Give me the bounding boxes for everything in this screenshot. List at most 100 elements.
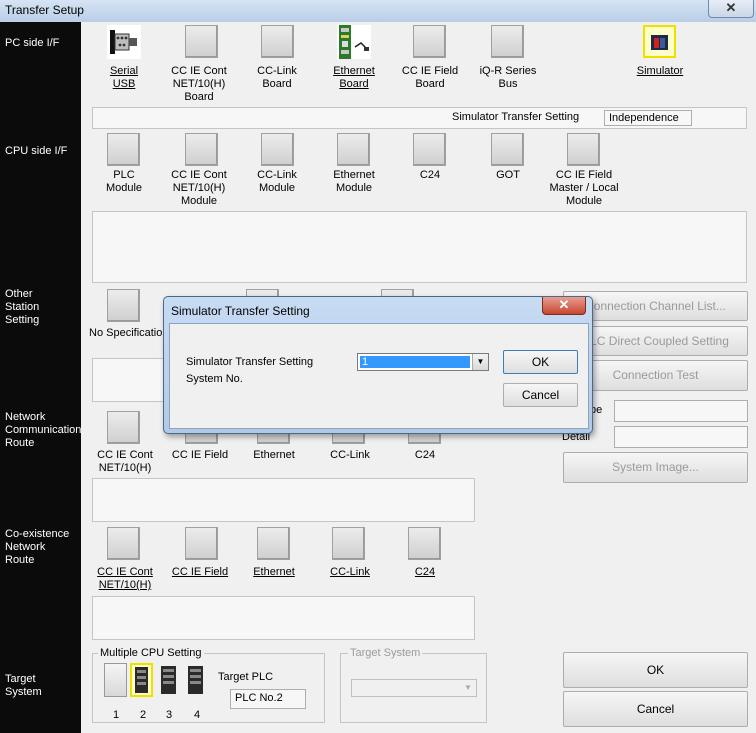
target-system-label-2: System <box>5 686 42 698</box>
pc-item-label-1: Serial <box>109 65 139 77</box>
pc-item-cc-link-board[interactable]: CC-Link Board <box>246 65 308 91</box>
simulator-transfer-label: Simulator Transfer Setting <box>452 111 580 123</box>
cpu-item-label-1: C24 <box>419 169 441 181</box>
target-system-title: Target System <box>348 647 423 659</box>
cpu-item-label-1: GOT <box>496 169 520 181</box>
co-c24-icon[interactable] <box>408 527 441 560</box>
co-item-cc-ie-cont[interactable]: CC IE Cont NET/10(H) <box>92 566 158 592</box>
co-item-label-1: Ethernet <box>253 566 295 578</box>
co-ethernet-icon[interactable] <box>257 527 290 560</box>
system-no-selected-value: 1 <box>360 356 470 368</box>
target-plc-value: PLC No.2 <box>230 689 306 709</box>
plc-module-icon[interactable] <box>107 133 140 166</box>
cpu-item-label-1: CC IE Field <box>555 169 613 181</box>
ok-button[interactable]: OK <box>563 652 748 688</box>
cpu-slot-3-icon[interactable] <box>157 663 180 697</box>
got-icon[interactable] <box>491 133 524 166</box>
pc-item-simulator[interactable]: Simulator <box>626 65 694 78</box>
co-item-label-1: CC IE Cont <box>97 566 153 578</box>
co-cc-link-icon[interactable] <box>332 527 365 560</box>
c24-icon[interactable] <box>413 133 446 166</box>
pc-item-label-2: Board <box>339 78 369 90</box>
coexist-route-panel <box>92 596 475 640</box>
cpu-item-got[interactable]: GOT <box>484 169 532 182</box>
pc-item-label-1: CC IE Field <box>401 65 459 77</box>
no-specification-icon[interactable] <box>107 289 140 322</box>
cpu-item-cc-ie-cont-module[interactable]: CC IE Cont NET/10(H) Module <box>163 169 235 208</box>
cpu-item-label-1: Ethernet <box>333 169 375 181</box>
pc-item-iq-r-series-bus[interactable]: iQ-R Series Bus <box>474 65 542 91</box>
cancel-button[interactable]: Cancel <box>563 691 748 727</box>
section-sidebar <box>0 22 81 733</box>
net-cc-ie-cont-icon[interactable] <box>107 411 140 444</box>
cpu-item-label-2: NET/10(H) <box>172 182 226 194</box>
cc-link-module-icon[interactable] <box>261 133 294 166</box>
co-item-cc-link[interactable]: CC-Link <box>320 566 380 579</box>
co-cc-ie-cont-icon[interactable] <box>107 527 140 560</box>
net-item-cc-ie-field[interactable]: CC IE Field <box>167 449 233 462</box>
cc-ie-cont-board-icon[interactable] <box>185 25 218 58</box>
window-title: Transfer Setup <box>5 3 84 17</box>
dialog-setting-label: Simulator Transfer Setting <box>186 356 314 368</box>
chevron-down-icon: ▼ <box>472 354 488 370</box>
cpu-slot-2-icon[interactable] <box>130 663 153 697</box>
cpu-item-ethernet-module[interactable]: Ethernet Module <box>322 169 386 195</box>
other-station-label-2: Station <box>5 301 40 313</box>
target-system-select[interactable]: ▼ <box>351 679 477 697</box>
cpu-item-cc-ie-field-module[interactable]: CC IE Field Master / Local Module <box>544 169 624 208</box>
net-item-cc-ie-cont[interactable]: CC IE Cont NET/10(H) <box>92 449 158 475</box>
system-no-select[interactable]: 1 ▼ <box>357 353 489 371</box>
pc-item-cc-ie-field-board[interactable]: CC IE Field Board <box>396 65 464 91</box>
net-item-label-2: NET/10(H) <box>98 462 152 474</box>
system-image-button[interactable]: System Image... <box>563 452 748 483</box>
no-specification-label[interactable]: No Specification <box>89 327 169 339</box>
coexist-label-1: Co-existence <box>5 528 70 540</box>
other-station-label-3: Setting <box>5 314 40 326</box>
cpu-side-label: CPU side I/F <box>5 145 68 157</box>
cpu-item-label-2: Module <box>258 182 296 194</box>
cc-ie-field-board-icon[interactable] <box>413 25 446 58</box>
net-item-label-1: CC IE Field <box>171 449 229 461</box>
pc-item-ethernet-board[interactable]: Ethernet Board <box>322 65 386 91</box>
cpu-slot-1-icon[interactable] <box>104 663 127 697</box>
dialog-system-no-label: System No. <box>186 373 243 385</box>
pc-item-label-1: Ethernet <box>333 65 375 77</box>
cc-ie-field-module-icon[interactable] <box>567 133 600 166</box>
network-route-label-2: Communication <box>5 424 82 436</box>
cpu-slot-4-icon[interactable] <box>184 663 207 697</box>
iq-r-series-bus-icon[interactable] <box>491 25 524 58</box>
cc-link-board-icon[interactable] <box>261 25 294 58</box>
cpu-item-label-2: Master / Local <box>549 182 619 194</box>
ethernet-module-icon[interactable] <box>337 133 370 166</box>
co-item-ethernet[interactable]: Ethernet <box>242 566 306 579</box>
co-item-c24[interactable]: C24 <box>400 566 450 579</box>
cc-ie-cont-module-icon[interactable] <box>185 133 218 166</box>
serial-usb-icon[interactable] <box>107 25 141 59</box>
net-item-label-1: C24 <box>414 449 436 461</box>
ethernet-board-icon[interactable] <box>337 25 371 59</box>
net-item-c24[interactable]: C24 <box>400 449 450 462</box>
co-item-cc-ie-field[interactable]: CC IE Field <box>167 566 233 579</box>
dialog-ok-button[interactable]: OK <box>503 350 578 374</box>
co-item-label-1: CC IE Field <box>171 566 229 578</box>
coexist-label-3: Route <box>5 554 35 566</box>
dialog-cancel-button[interactable]: Cancel <box>503 383 578 407</box>
net-item-ethernet[interactable]: Ethernet <box>242 449 306 462</box>
pc-item-serial-usb[interactable]: Serial USB <box>94 65 154 91</box>
pc-item-label-2: NET/10(H) <box>172 78 226 90</box>
pc-item-label-1: CC IE Cont <box>171 65 227 77</box>
dialog-body: Simulator Transfer Setting System No. 1 … <box>169 323 589 429</box>
net-item-label-1: CC-Link <box>330 449 370 461</box>
cpu-item-plc-module[interactable]: PLC Module <box>94 169 154 195</box>
pc-item-cc-ie-cont-board[interactable]: CC IE Cont NET/10(H) Board <box>163 65 235 104</box>
net-item-cc-link[interactable]: CC-Link <box>320 449 380 462</box>
simulator-icon[interactable] <box>643 25 676 58</box>
cpu-item-c24[interactable]: C24 <box>406 169 454 182</box>
cpu-item-cc-link-module[interactable]: CC-Link Module <box>246 169 308 195</box>
dialog-close-button[interactable]: ✕ <box>542 297 586 315</box>
co-cc-ie-field-icon[interactable] <box>185 527 218 560</box>
window-close-button[interactable]: ✕ <box>708 0 754 18</box>
network-route-label-1: Network <box>5 411 46 423</box>
co-item-label-1: C24 <box>414 566 436 578</box>
pc-item-label-2: Bus <box>498 78 518 90</box>
